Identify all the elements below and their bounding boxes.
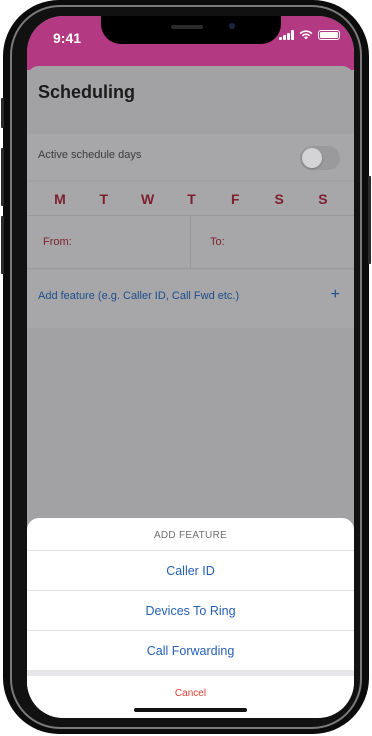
from-time-field[interactable]: From: bbox=[27, 216, 190, 268]
add-feature-action-sheet: ADD FEATURE Caller ID Devices To Ring Ca… bbox=[27, 518, 354, 718]
plus-icon[interactable]: + bbox=[331, 286, 340, 304]
day-sunday[interactable]: S bbox=[316, 182, 330, 215]
status-time: 9:41 bbox=[53, 30, 82, 46]
to-label: To: bbox=[210, 236, 225, 248]
notch bbox=[101, 16, 281, 44]
add-feature-label: Add feature (e.g. Caller ID, Call Fwd et… bbox=[38, 290, 240, 302]
volume-down-button bbox=[1, 216, 4, 274]
battery-icon bbox=[318, 30, 340, 40]
camera bbox=[229, 23, 235, 29]
power-button bbox=[368, 176, 371, 264]
active-schedule-toggle[interactable] bbox=[300, 146, 340, 170]
add-feature-row[interactable]: Add feature (e.g. Caller ID, Call Fwd et… bbox=[27, 270, 354, 328]
to-time-field[interactable]: To: bbox=[190, 216, 354, 268]
active-schedule-row: Active schedule days bbox=[27, 134, 354, 180]
signal-icon bbox=[279, 30, 294, 40]
page-title: Scheduling bbox=[38, 82, 136, 102]
cancel-button[interactable]: Cancel bbox=[27, 676, 354, 712]
day-saturday[interactable]: S bbox=[272, 182, 286, 215]
wifi-icon bbox=[299, 30, 313, 40]
speaker bbox=[171, 25, 203, 29]
home-indicator[interactable] bbox=[134, 708, 247, 712]
active-schedule-label: Active schedule days bbox=[38, 149, 142, 161]
day-selector: M T W T F S S bbox=[27, 182, 354, 216]
option-call-forwarding[interactable]: Call Forwarding bbox=[27, 630, 354, 671]
volume-up-button bbox=[1, 148, 4, 206]
day-monday[interactable]: M bbox=[53, 182, 67, 215]
day-thursday[interactable]: T bbox=[184, 182, 198, 215]
screen: 9:41 Scheduling Active schedule days M T… bbox=[27, 16, 354, 718]
time-range-row: From: To: bbox=[27, 216, 354, 269]
day-tuesday[interactable]: T bbox=[97, 182, 111, 215]
option-devices-to-ring[interactable]: Devices To Ring bbox=[27, 590, 354, 631]
day-friday[interactable]: F bbox=[228, 182, 242, 215]
day-wednesday[interactable]: W bbox=[141, 182, 155, 215]
action-sheet-title: ADD FEATURE bbox=[153, 530, 228, 541]
status-icons bbox=[279, 30, 340, 40]
mute-switch bbox=[1, 98, 4, 128]
status-bar: 9:41 bbox=[27, 16, 354, 70]
toggle-knob bbox=[302, 148, 322, 168]
from-label: From: bbox=[43, 236, 72, 248]
option-caller-id[interactable]: Caller ID bbox=[27, 550, 354, 591]
